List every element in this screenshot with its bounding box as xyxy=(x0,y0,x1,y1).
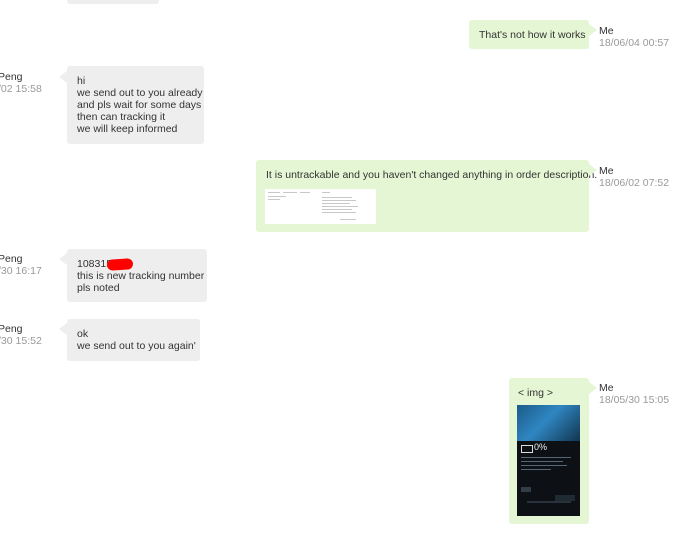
message-bubble-partial xyxy=(67,0,159,4)
message-text: and pls wait for some days xyxy=(77,99,202,111)
message-text: hi xyxy=(77,75,86,87)
sender-name: Peng xyxy=(0,323,23,335)
bubble-tail xyxy=(589,164,597,176)
battery-level: 0% xyxy=(534,442,548,452)
redaction-mark xyxy=(106,258,134,271)
sender-name: Me xyxy=(599,382,614,394)
attachment-thumbnail[interactable]: 0% xyxy=(517,405,580,516)
message-text: this is new tracking number xyxy=(77,270,205,282)
sender-name: Peng xyxy=(0,71,23,83)
message-timestamp: /30 16:17 xyxy=(0,265,42,277)
message-timestamp: 18/06/02 07:52 xyxy=(599,177,670,189)
message-text: we will keep informed xyxy=(77,123,178,135)
bubble-tail xyxy=(59,253,67,265)
message-timestamp: 18/05/30 15:05 xyxy=(599,394,670,406)
message-text: then can tracking it xyxy=(77,111,166,123)
message-text: < img > xyxy=(518,387,554,399)
message-text: 108315 xyxy=(77,258,113,270)
attachment-thumbnail[interactable] xyxy=(265,189,376,224)
message-bubble: That's not how it works xyxy=(469,20,589,49)
battery-icon xyxy=(521,445,533,453)
message-text: we send out to you already xyxy=(77,87,203,99)
message-timestamp: /02 15:58 xyxy=(0,83,42,95)
message-bubble: ok we send out to you again' xyxy=(67,319,200,361)
phone-screen-header xyxy=(517,405,580,441)
sender-name: Me xyxy=(599,25,614,37)
sender-name: Me xyxy=(599,165,614,177)
message-text: It is untrackable and you haven't change… xyxy=(266,169,598,181)
message-bubble: hi we send out to you already and pls wa… xyxy=(67,66,204,144)
sender-name: Peng xyxy=(0,253,23,265)
bubble-tail xyxy=(59,323,67,335)
bubble-tail xyxy=(59,71,67,83)
message-timestamp: 18/06/04 00:57 xyxy=(599,37,670,49)
bubble-tail xyxy=(589,24,597,36)
message-timestamp: /30 15:52 xyxy=(0,335,42,347)
message-bubble: 108315 this is new tracking number pls n… xyxy=(67,249,207,302)
bubble-tail xyxy=(589,382,597,394)
message-text: we send out to you again' xyxy=(77,340,196,352)
message-text: pls noted xyxy=(77,282,120,294)
message-text: That's not how it works xyxy=(479,29,586,41)
message-text: ok xyxy=(77,328,89,340)
